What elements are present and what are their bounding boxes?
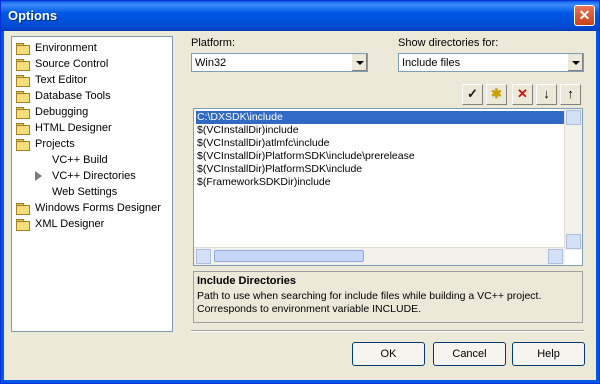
folder-icon [15, 74, 31, 87]
new-folder-icon: ✱ [491, 86, 502, 101]
tree-item-text-editor[interactable]: Text Editor [15, 72, 87, 88]
tree-item-label: Windows Forms Designer [35, 202, 161, 214]
scroll-down-button[interactable] [566, 234, 581, 249]
list-item[interactable]: $(VCInstallDir)include [197, 124, 299, 137]
tree-item-label: XML Designer [35, 218, 105, 230]
check-button[interactable]: ✓ [462, 84, 483, 105]
show-directories-label: Show directories for: [398, 37, 499, 49]
list-item[interactable]: $(VCInstallDir)atlmfc\include [197, 137, 329, 150]
arrow-right-icon [35, 171, 42, 181]
list-item[interactable]: C:\DXSDK\include [196, 111, 565, 124]
scroll-up-button[interactable] [566, 110, 581, 125]
tree-item-label: Database Tools [35, 90, 111, 102]
delete-icon: ✕ [517, 86, 528, 101]
platform-label: Platform: [191, 37, 236, 49]
scroll-left-button[interactable] [196, 249, 211, 264]
close-icon: ✕ [578, 7, 591, 23]
tree-item-label: VC++ Directories [52, 170, 136, 182]
show-directories-value: Include files [402, 57, 461, 69]
platform-dropdown[interactable]: Win32 [191, 53, 368, 72]
directories-list[interactable]: C:\DXSDK\include $(VCInstallDir)include … [193, 108, 583, 266]
tree-item-windows-forms-designer[interactable]: Windows Forms Designer [15, 200, 161, 216]
options-tree[interactable]: Environment Source Control Text Editor D… [11, 36, 173, 332]
ok-button[interactable]: OK [352, 342, 425, 366]
scroll-right-button[interactable] [548, 249, 563, 264]
vertical-scrollbar[interactable] [564, 109, 582, 250]
close-button[interactable]: ✕ [574, 5, 595, 26]
arrow-down-icon: ↓ [543, 86, 550, 101]
help-button[interactable]: Help [512, 342, 585, 366]
folder-icon [15, 42, 31, 55]
list-item[interactable]: $(VCInstallDir)PlatformSDK\include [197, 163, 362, 176]
tree-item-label: HTML Designer [35, 122, 112, 134]
platform-value: Win32 [195, 57, 227, 69]
folder-icon [15, 122, 31, 135]
scrollbar-thumb[interactable] [214, 250, 364, 262]
folder-icon [15, 202, 31, 215]
arrow-up-icon: ↑ [567, 86, 574, 101]
folder-icon [15, 218, 31, 231]
tree-item-projects[interactable]: Projects [15, 136, 75, 152]
window-frame-right [596, 31, 599, 383]
description-title: Include Directories [197, 275, 297, 287]
tree-item-html-designer[interactable]: HTML Designer [15, 120, 112, 136]
tree-item-vc-directories[interactable]: VC++ Directories [52, 168, 136, 184]
tree-item-label: Source Control [35, 58, 109, 70]
delete-button[interactable]: ✕ [512, 84, 533, 105]
tree-item-label: Debugging [35, 106, 89, 118]
tree-item-database-tools[interactable]: Database Tools [15, 88, 111, 104]
move-down-button[interactable]: ↓ [536, 84, 557, 105]
folder-icon [15, 106, 31, 119]
tree-item-xml-designer[interactable]: XML Designer [15, 216, 104, 232]
cancel-button[interactable]: Cancel [433, 342, 506, 366]
description-panel: Include Directories Path to use when sea… [193, 271, 583, 323]
tree-item-label: Text Editor [35, 74, 87, 86]
folder-icon [15, 58, 31, 71]
chevron-down-icon[interactable] [567, 54, 583, 71]
tree-item-source-control[interactable]: Source Control [15, 56, 108, 72]
tree-item-label: Environment [35, 42, 97, 54]
window-frame-left [1, 31, 4, 383]
show-directories-dropdown[interactable]: Include files [398, 53, 584, 72]
move-up-button[interactable]: ↑ [560, 84, 581, 105]
chevron-down-icon[interactable] [351, 54, 367, 71]
title-bar[interactable]: Options ✕ [1, 1, 599, 31]
tree-item-environment[interactable]: Environment [15, 40, 97, 56]
list-item[interactable]: $(VCInstallDir)PlatformSDK\include\prere… [197, 150, 415, 163]
divider [191, 330, 584, 332]
folder-icon [15, 90, 31, 103]
new-line-button[interactable]: ✱ [486, 84, 507, 105]
tree-item-label: Projects [35, 138, 75, 150]
list-item[interactable]: $(FrameworkSDKDir)include [197, 176, 331, 189]
tree-item-vc-build[interactable]: VC++ Build [52, 152, 108, 168]
tree-item-label: VC++ Build [52, 154, 108, 166]
horizontal-scrollbar[interactable] [194, 247, 565, 265]
tree-item-label: Web Settings [52, 186, 118, 198]
window-frame-bottom [1, 380, 599, 383]
options-dialog: Options ✕ Environment Source Control Tex… [0, 0, 600, 384]
folder-open-icon [15, 138, 31, 151]
window-title: Options [8, 8, 58, 23]
check-icon: ✓ [467, 86, 478, 101]
tree-item-web-settings[interactable]: Web Settings [52, 184, 117, 200]
tree-item-debugging[interactable]: Debugging [15, 104, 88, 120]
description-text: Path to use when searching for include f… [197, 290, 542, 315]
